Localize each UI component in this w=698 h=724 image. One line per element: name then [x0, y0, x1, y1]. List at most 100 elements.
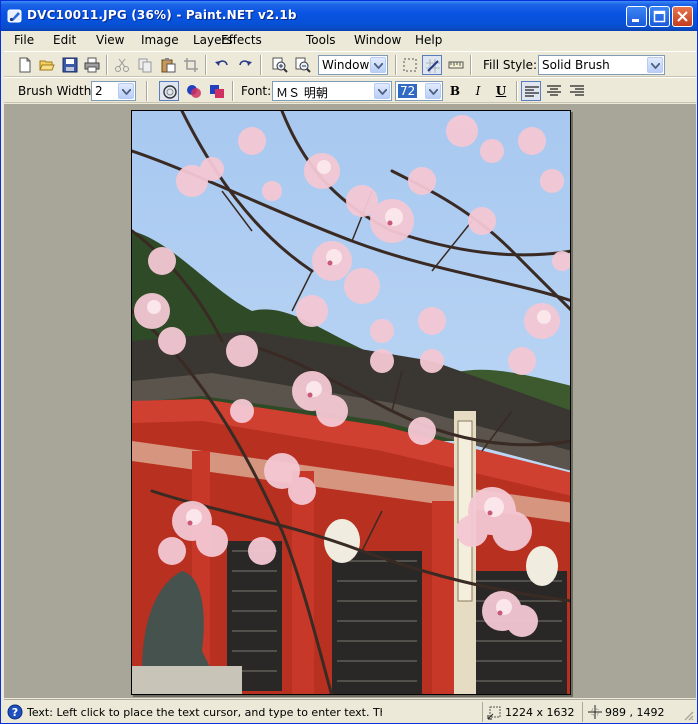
printer-icon [84, 57, 100, 73]
align-left-icon [525, 86, 539, 97]
align-left-button[interactable] [521, 81, 541, 101]
menu-help[interactable]: Help [415, 33, 442, 47]
toolbar-separator [146, 81, 148, 101]
close-icon [677, 11, 688, 22]
toggle-rulers-button[interactable] [446, 55, 466, 75]
maximize-button[interactable] [649, 6, 670, 27]
tool-options-toolbar: Brush Width: 2 Font: ＭＳ 明朝 72 B I U [4, 77, 696, 103]
font-size-dropdown-arrow[interactable] [425, 83, 441, 99]
font-name-dropdown-arrow[interactable] [374, 83, 390, 99]
menu-edit[interactable]: Edit [53, 33, 76, 47]
menu-image[interactable]: Image [141, 33, 179, 47]
menu-bar: File Edit View Image Layers Effects Tool… [4, 31, 696, 51]
alpha-blending-button[interactable] [184, 81, 204, 101]
font-name-combo[interactable]: ＭＳ 明朝 [272, 81, 392, 101]
zoom-combo[interactable]: Window [318, 55, 388, 75]
toolbar-separator [260, 55, 262, 75]
undo-arrow-icon [215, 60, 228, 66]
selection-marquee-icon [403, 58, 417, 72]
toolbar-separator [395, 55, 397, 75]
chevron-down-icon [374, 63, 383, 69]
menu-effects[interactable]: Effects [221, 33, 262, 47]
overwrite-squares-icon [210, 85, 224, 98]
svg-text:?: ? [12, 706, 18, 719]
menu-view[interactable]: View [96, 33, 124, 47]
align-right-icon [570, 85, 584, 96]
chevron-down-icon [122, 89, 131, 95]
paint-net-app-icon[interactable] [7, 8, 23, 24]
cut-button[interactable] [112, 55, 132, 75]
paint-net-window: DVC10011.JPG (36%) - Paint.NET v2.1b Fil… [0, 0, 698, 724]
status-bar: ? Text: Left click to place the text cur… [4, 699, 696, 723]
save-button[interactable] [60, 55, 80, 75]
cursor-crosshair-icon [588, 705, 602, 719]
paste-button[interactable] [158, 55, 178, 75]
redo-button[interactable] [235, 55, 255, 75]
copy-icon [138, 58, 152, 73]
brush-width-label: Brush Width: [18, 84, 96, 98]
cherry-blossom-temple-photo[interactable] [132, 111, 571, 695]
fill-style-value: Solid Brush [542, 58, 610, 72]
font-label: Font: [241, 84, 272, 98]
menu-file[interactable]: File [14, 33, 34, 47]
toggle-selection-outline-button[interactable] [400, 55, 420, 75]
title-bar[interactable]: DVC10011.JPG (36%) - Paint.NET v2.1b [1, 1, 697, 31]
help-question-icon: ? [7, 704, 23, 720]
align-right-button[interactable] [567, 81, 587, 101]
copy-button[interactable] [135, 55, 155, 75]
chevron-down-icon [378, 89, 387, 95]
font-size-value: 72 [398, 84, 418, 98]
resize-grip-icon[interactable] [682, 709, 694, 721]
brush-width-dropdown-arrow[interactable] [118, 83, 134, 99]
chevron-down-icon [651, 63, 660, 69]
print-button[interactable] [82, 55, 102, 75]
new-button[interactable] [15, 55, 35, 75]
toggle-grid-button[interactable] [422, 55, 442, 75]
image-size-pane: 1224 x 1632 [482, 702, 582, 722]
font-size-combo[interactable]: 72 [395, 81, 443, 101]
save-disk-icon [62, 57, 78, 73]
toolbar-separator [232, 81, 234, 101]
menu-window[interactable]: Window [354, 33, 401, 47]
toolbar-separator [516, 81, 518, 101]
canvas-workspace[interactable] [4, 104, 696, 698]
minimize-button[interactable] [626, 6, 647, 27]
fill-style-dropdown-arrow[interactable] [647, 57, 663, 73]
zoom-dropdown-arrow[interactable] [370, 57, 386, 73]
crop-to-selection-button[interactable] [181, 55, 201, 75]
bold-button[interactable]: B [445, 81, 465, 101]
crop-icon [184, 58, 198, 72]
undo-button[interactable] [212, 55, 232, 75]
open-folder-icon [39, 60, 55, 71]
grid-pencil-icon [426, 59, 440, 73]
zoom-in-magnifier-icon [272, 57, 288, 73]
open-button[interactable] [37, 55, 57, 75]
toolbar-separator [106, 55, 108, 75]
main-toolbar: Window Fill Style: Solid Brush [4, 51, 696, 77]
align-center-button[interactable] [544, 81, 564, 101]
cursor-position-value: 989 , 1492 [605, 706, 665, 719]
status-help-text: Text: Left click to place the text curso… [27, 706, 382, 719]
antialiasing-circle-icon [163, 85, 177, 99]
menu-tools[interactable]: Tools [306, 33, 336, 47]
zoom-out-button[interactable] [293, 55, 313, 75]
brush-width-combo[interactable]: 2 [91, 81, 136, 101]
chevron-down-icon [429, 89, 438, 95]
scissors-icon [115, 58, 129, 72]
underline-button[interactable]: U [491, 81, 511, 101]
image-canvas[interactable] [131, 110, 571, 695]
close-button[interactable] [672, 6, 693, 27]
fill-style-combo[interactable]: Solid Brush [538, 55, 665, 75]
overwrite-blending-button[interactable] [207, 81, 227, 101]
zoom-out-magnifier-icon [295, 57, 311, 73]
cursor-position-pane: 989 , 1492 [582, 702, 682, 722]
toolbar-separator [205, 55, 207, 75]
zoom-in-button[interactable] [270, 55, 290, 75]
image-size-icon [487, 706, 501, 720]
italic-button[interactable]: I [468, 81, 488, 101]
minimize-icon [632, 19, 639, 22]
window-title: DVC10011.JPG (36%) - Paint.NET v2.1b [27, 8, 297, 22]
blend-circles-icon [187, 85, 201, 98]
align-center-icon [547, 85, 561, 96]
antialiasing-button[interactable] [159, 81, 179, 101]
